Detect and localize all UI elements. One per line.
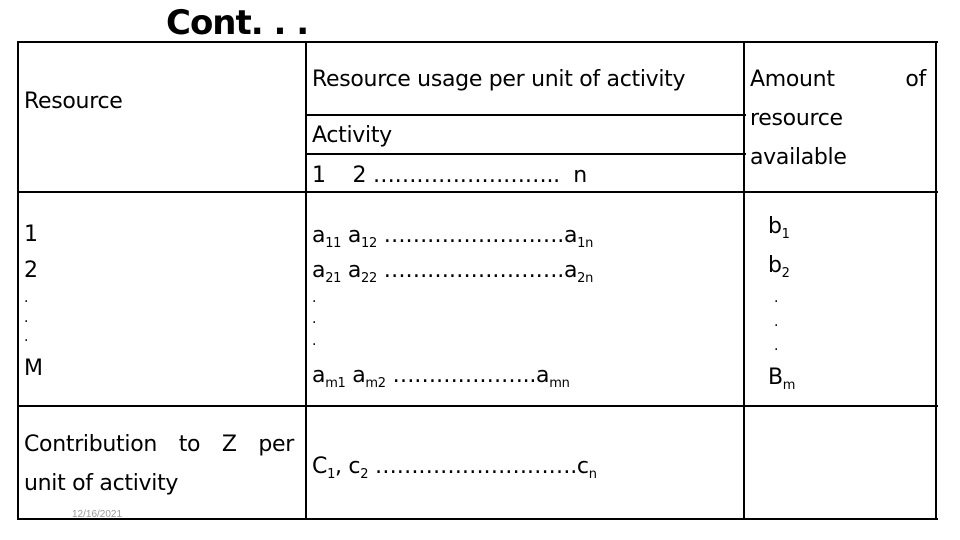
coef: a (563, 258, 578, 283)
coef: C (312, 454, 328, 479)
row-divider-activity (306, 153, 746, 155)
amount-symbol: B (768, 365, 783, 390)
table-border-top (18, 41, 938, 43)
column-divider-2 (743, 41, 745, 520)
coef: a (312, 223, 326, 248)
usage-row-1: a11 a12 …………………….a1n (312, 224, 593, 256)
header-amount-word: Amount (750, 67, 835, 92)
coef-sub: m1 (325, 376, 346, 391)
coef: a (312, 258, 326, 283)
header-activity: Activity (312, 123, 392, 148)
coef: a (563, 223, 578, 248)
coef-sub: 1 (327, 467, 336, 482)
amount-sub: 2 (781, 266, 790, 281)
contribution-label-line2: unit of activity (24, 471, 179, 496)
header-amount-line2: resource (750, 106, 843, 131)
word: Contribution (24, 432, 157, 457)
ellipsis: ……………….. (385, 363, 537, 388)
usage-ellipsis-2: . (312, 311, 317, 327)
coef: a (345, 363, 366, 388)
row-divider-body (18, 405, 938, 407)
coef: , c (335, 454, 361, 479)
coef: c (576, 454, 589, 479)
coef: a (312, 363, 326, 388)
header-activity-index: 1 2 …………………….. n (312, 163, 587, 188)
slide-date: 12/16/2021 (72, 509, 123, 520)
resource-ellipsis-3: . (24, 329, 29, 345)
header-usage: Resource usage per unit of activity (312, 67, 686, 92)
amount-row-m: Bm (768, 366, 795, 398)
coef-sub: n (588, 467, 597, 482)
table-border-right (935, 41, 937, 520)
row-divider-header (18, 191, 938, 193)
header-resource: Resource (24, 89, 123, 114)
amount-sub: 1 (781, 227, 790, 242)
amount-row-2: b2 (768, 254, 790, 286)
coef-sub: 22 (361, 271, 377, 286)
resource-row-1: 1 (24, 222, 38, 247)
header-of-word: of (905, 67, 926, 92)
contribution-label-line1: Contribution to Z per (24, 433, 294, 457)
usage-row-m: am1 am2 ………………..amn (312, 364, 570, 396)
word: per (258, 432, 294, 457)
coef: a (341, 258, 362, 283)
amount-ellipsis-1: . (774, 290, 779, 306)
resource-row-m: M (24, 356, 43, 381)
ellipsis: ……………………. (376, 258, 565, 283)
table-border-bottom (18, 518, 938, 520)
usage-ellipsis-3: . (312, 333, 317, 349)
coef-sub: 21 (325, 271, 342, 286)
coef: a (341, 223, 362, 248)
word: Z (221, 432, 237, 457)
usage-ellipsis-1: . (312, 290, 317, 306)
word: to (178, 432, 201, 457)
header-amount-line3: available (750, 145, 847, 170)
resource-ellipsis-2: . (24, 310, 29, 326)
ellipsis: ……………………. (376, 223, 565, 248)
amount-ellipsis-3: . (774, 338, 779, 354)
amount-ellipsis-2: . (774, 314, 779, 330)
coef-sub: mn (549, 376, 570, 391)
ellipsis: ………………………. (368, 454, 577, 479)
coef-sub: m2 (365, 376, 386, 391)
amount-sub: m (782, 378, 796, 393)
coef-sub: 12 (361, 236, 377, 251)
coef: a (536, 363, 550, 388)
amount-row-1: b1 (768, 215, 790, 247)
coef-sub: 1n (577, 236, 594, 251)
amount-symbol: b (768, 214, 782, 239)
row-divider-usage (306, 114, 746, 116)
table-border-left (17, 41, 19, 520)
slide-title: Cont. . . (166, 3, 309, 43)
coef-sub: 11 (325, 236, 342, 251)
contribution-values: C1, c2 ……………………….cn (312, 455, 597, 487)
usage-row-2: a21 a22 …………………….a2n (312, 259, 593, 291)
column-divider-1 (305, 41, 307, 520)
coef-sub: 2n (577, 271, 594, 286)
resource-row-2: 2 (24, 258, 38, 283)
resource-ellipsis-1: . (24, 290, 29, 306)
header-amount-line1: Amount of (750, 68, 926, 92)
amount-symbol: b (768, 253, 782, 278)
